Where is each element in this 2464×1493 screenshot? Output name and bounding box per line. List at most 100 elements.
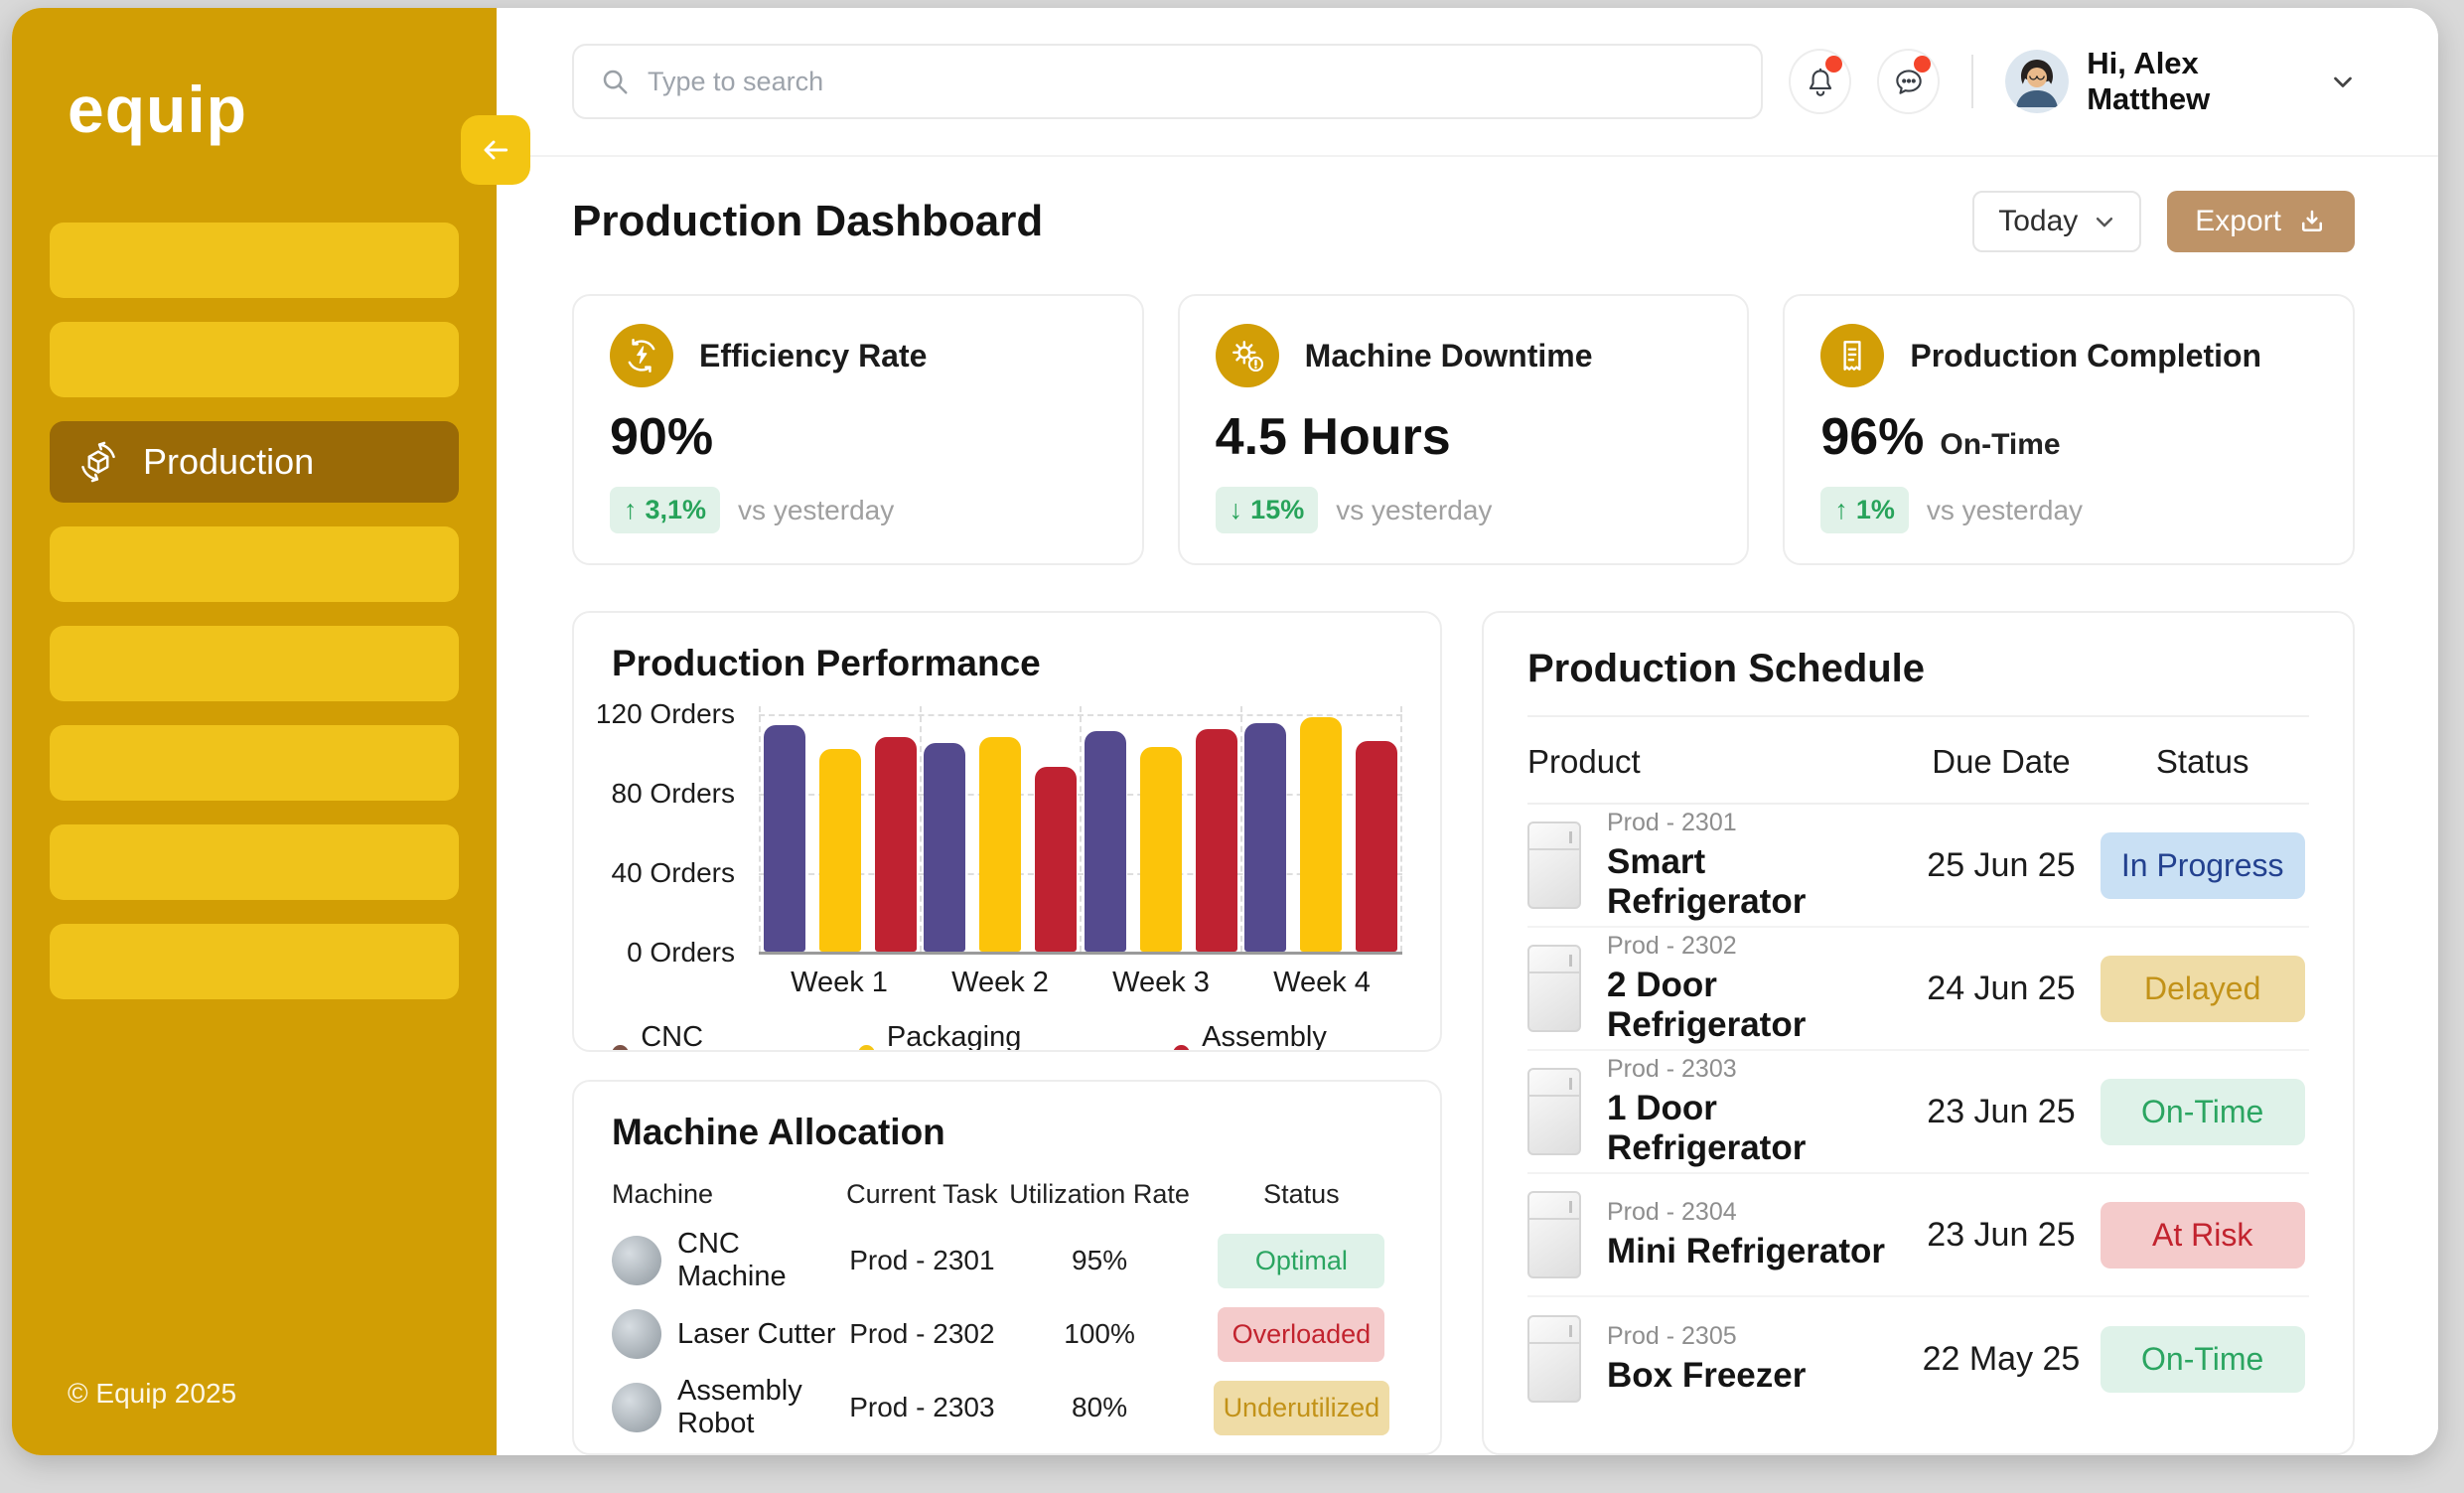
profile-menu[interactable]: Hi, Alex Matthew <box>2005 46 2355 117</box>
x-axis-label: Week 3 <box>1081 967 1241 999</box>
machine-cell: CNC Machine <box>612 1228 845 1293</box>
kpi-delta-badge: ↓15% <box>1216 487 1319 533</box>
product-cell: Prod - 2305Box Freezer <box>1527 1315 1907 1403</box>
status-badge: On-Time <box>2101 1326 2305 1393</box>
product-name: 1 Door Refrigerator <box>1607 1089 1907 1168</box>
due-date: 22 May 25 <box>1907 1340 2097 1379</box>
bar-chart: 120 Orders80 Orders40 Orders0 Orders Wee… <box>612 706 1402 999</box>
page-header: Production Dashboard Today Export <box>572 191 2355 252</box>
column-header: Due Date <box>1907 743 2097 781</box>
kpi-row: Efficiency Rate90%↑3,1%vs yesterdayMachi… <box>572 294 2355 565</box>
x-axis-label: Week 4 <box>1241 967 1402 999</box>
x-axis-label: Week 1 <box>759 967 920 999</box>
export-button[interactable]: Export <box>2167 191 2355 252</box>
schedule-title: Production Schedule <box>1527 647 2309 691</box>
kpi-value-row: 96% On-Time <box>1820 407 2317 467</box>
topbar: Hi, Alex Matthew <box>497 8 2438 157</box>
sidebar-item-placeholder[interactable] <box>50 924 459 999</box>
machine-allocation-card: Machine Allocation MachineCurrent TaskUt… <box>572 1080 1442 1455</box>
product-cell: Prod - 2302 2 Door Refrigerator <box>1527 932 1907 1045</box>
legend-label: Packaging Machine <box>887 1021 1127 1052</box>
machine-thumbnail <box>612 1236 661 1285</box>
product-code: Prod - 2304 <box>1607 1198 1885 1227</box>
product-info: Prod - 2302 2 Door Refrigerator <box>1607 932 1907 1045</box>
chart-bar <box>1035 767 1077 952</box>
header-actions: Today Export <box>1972 191 2355 252</box>
kpi-label: Efficiency Rate <box>699 338 927 374</box>
sidebar-item-production[interactable]: Production <box>50 421 459 503</box>
sidebar-item-placeholder[interactable] <box>50 322 459 397</box>
sidebar-item-placeholder[interactable] <box>50 626 459 701</box>
arrow-down-icon: ↓ <box>1230 495 1243 525</box>
sidebar-item-placeholder[interactable] <box>50 725 459 801</box>
chart-bar <box>764 725 805 952</box>
product-name: 2 Door Refrigerator <box>1607 966 1907 1045</box>
kpi-value: 96% <box>1820 407 1924 467</box>
chart-legend: CNC Machine Packaging Machine Assembly Rob… <box>612 1021 1402 1052</box>
page-title: Production Dashboard <box>572 197 1043 246</box>
charts-row: Production Performance 120 Orders80 Orde… <box>572 611 2355 1455</box>
content: Production Dashboard Today Export <box>497 157 2438 1455</box>
due-date: 25 Jun 25 <box>1907 846 2097 885</box>
product-thumbnail <box>1527 1068 1581 1155</box>
product-code: Prod - 2303 <box>1607 1055 1907 1084</box>
table-row: Prod - 23022 Door Refrigerator24 Jun 25D… <box>1527 928 2309 1051</box>
sidebar-item-placeholder[interactable] <box>50 223 459 298</box>
app-window: equip Production © Equip 2025 <box>12 8 2438 1455</box>
kpi-delta-row: ↑1%vs yesterday <box>1820 487 2317 533</box>
product-thumbnail <box>1527 945 1581 1032</box>
schedule-rows: Prod - 2301Smart Refrigerator25 Jun 25In… <box>1527 805 2309 1420</box>
brand-logo: equip <box>68 72 459 147</box>
notifications-button[interactable] <box>1789 49 1851 114</box>
status-badge: Optimal <box>1218 1234 1384 1288</box>
export-label: Export <box>2195 205 2281 238</box>
sidebar-item-placeholder[interactable] <box>50 824 459 900</box>
status-badge: Delayed <box>2101 956 2305 1022</box>
efficiency-icon <box>610 324 673 387</box>
notification-dot <box>1914 56 1931 73</box>
status-badge: At Risk <box>2101 1202 2305 1269</box>
arrow-left-icon <box>480 134 511 166</box>
kpi-card: Production Completion96%On-Time↑1%vs yes… <box>1783 294 2355 565</box>
chart-bar <box>1085 731 1126 952</box>
date-filter-label: Today <box>1998 205 2078 238</box>
messages-button[interactable] <box>1877 49 1940 114</box>
kpi-value-suffix: On-Time <box>1940 428 2060 462</box>
product-cell: Prod - 2301Smart Refrigerator <box>1527 809 1907 922</box>
plot-area <box>759 706 1402 955</box>
table-row: Prod - 2301Smart Refrigerator25 Jun 25In… <box>1527 805 2309 928</box>
column-header: Product <box>1527 743 1907 781</box>
chevron-down-icon <box>2094 211 2115 232</box>
week-group <box>1080 706 1240 952</box>
chart-bar <box>924 743 965 952</box>
download-icon <box>2297 207 2327 236</box>
product-code: Prod - 2302 <box>1607 932 1907 961</box>
sidebar-collapse-button[interactable] <box>461 115 530 185</box>
kpi-value-row: 4.5 Hours <box>1216 407 1712 467</box>
chart-title: Production Performance <box>612 643 1402 684</box>
chart-bar <box>1196 729 1237 952</box>
copyright: © Equip 2025 <box>68 1378 236 1410</box>
product-thumbnail <box>1527 1191 1581 1278</box>
legend-label: Assembly Robot <box>1202 1021 1402 1052</box>
chart-bar <box>1300 717 1342 952</box>
machine-cell: Assembly Robot <box>612 1375 845 1440</box>
kpi-value: 4.5 Hours <box>1216 407 1451 467</box>
product-code: Prod - 2301 <box>1607 809 1907 837</box>
sidebar-item-placeholder[interactable] <box>50 526 459 602</box>
sidebar-group-bottom <box>50 526 459 999</box>
machine-thumbnail <box>612 1383 661 1432</box>
x-axis-label: Week 2 <box>920 967 1081 999</box>
kpi-compare-label: vs yesterday <box>738 495 894 526</box>
search-input[interactable] <box>648 67 1735 97</box>
kpi-value-row: 90% <box>610 407 1106 467</box>
legend-label: CNC Machine <box>641 1021 811 1052</box>
machine-name: Laser Cutter <box>677 1318 836 1351</box>
date-filter-button[interactable]: Today <box>1972 191 2141 252</box>
column-header: Utilization Rate <box>998 1179 1200 1210</box>
kpi-label: Machine Downtime <box>1305 338 1593 374</box>
status-badge: In Progress <box>2101 832 2305 899</box>
product-info: Prod - 2305Box Freezer <box>1607 1322 1806 1396</box>
divider <box>1971 55 1973 108</box>
table-row: CNC MachineProd - 230195%Optimal <box>612 1224 1402 1297</box>
